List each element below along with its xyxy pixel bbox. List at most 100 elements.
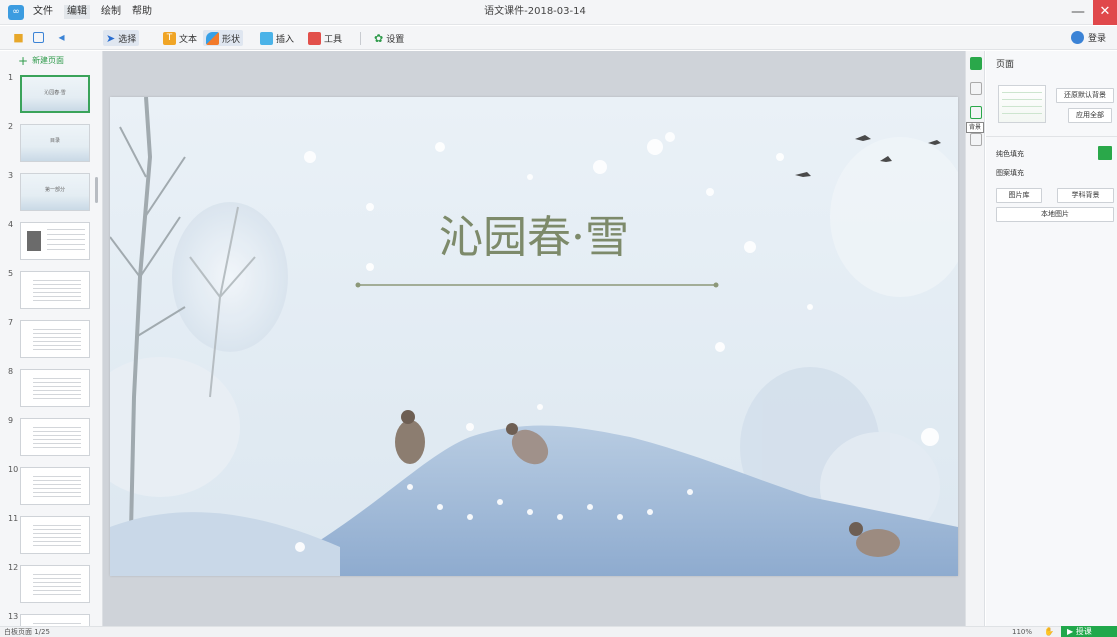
thumbnail-preview	[20, 418, 90, 456]
text-icon: T	[163, 31, 176, 45]
page-thumbnail[interactable]: 8	[0, 367, 100, 411]
minimize-button[interactable]: —	[1065, 0, 1091, 25]
select-tool-button[interactable]: ➤ 选择	[103, 30, 140, 46]
new-page-button[interactable]: + 新建页面	[18, 53, 65, 68]
insert-image-icon	[260, 31, 273, 45]
insert-tool-button[interactable]: 插入	[260, 30, 294, 46]
page-thumbnail[interactable]: 1 沁园春·雪	[0, 73, 100, 117]
open-folder-icon[interactable]: ■	[12, 31, 25, 44]
thumbnail-preview	[20, 320, 90, 358]
thumbnail-preview	[20, 222, 90, 260]
page-thumbnail[interactable]: 9	[0, 416, 100, 460]
background-tooltip: 背景	[966, 122, 984, 133]
select-tool-label: 选择	[118, 34, 137, 45]
thumbnail-preview	[20, 369, 90, 407]
page-thumbnail[interactable]: 12	[0, 563, 100, 607]
page-number: 8	[8, 367, 14, 376]
page-thumbnail[interactable]: 7	[0, 318, 100, 362]
page-thumbnail[interactable]: 3 第一部分	[0, 171, 100, 215]
menu-file[interactable]: 文件	[33, 5, 53, 19]
undo-icon[interactable]: ◂	[55, 31, 68, 44]
page-thumbnail[interactable]: 4	[0, 220, 100, 264]
toolbar-divider	[360, 32, 361, 45]
page-thumbnail[interactable]: 2 目录	[0, 122, 100, 166]
save-icon[interactable]	[33, 32, 44, 43]
shape-tool-button[interactable]: 形状	[203, 30, 244, 46]
plus-icon: +	[18, 53, 29, 68]
layers-icon[interactable]	[970, 133, 982, 146]
app-logo-icon: ∞	[8, 5, 24, 20]
menu-edit[interactable]: 编辑	[64, 5, 90, 19]
background-icon[interactable]	[970, 106, 982, 119]
close-button[interactable]: ✕	[1093, 0, 1117, 25]
thumbnail-title: 第一部分	[44, 187, 65, 193]
thumbnail-preview	[20, 565, 90, 603]
fill-color-swatch[interactable]	[1098, 146, 1112, 160]
page-number: 3	[8, 171, 14, 180]
page-thumbnail[interactable]: 5	[0, 269, 100, 313]
slide-artwork: 沁园春·雪	[110, 97, 958, 576]
toolbox-icon	[308, 31, 321, 45]
shape-tool-label: 形状	[222, 34, 241, 45]
toolbar: ■ ◂ ➤ 选择 T 文本 形状 插入 工具 ✿ 设置 登录	[0, 26, 1117, 50]
thumbnail-preview	[20, 614, 90, 626]
local-image-button[interactable]: 本地图片	[996, 207, 1114, 222]
thumbnail-preview	[20, 271, 90, 309]
login-label: 登录	[1088, 34, 1107, 44]
cursor-icon: ➤	[106, 31, 116, 45]
panel-title: 页面	[996, 60, 1015, 70]
page-number: 9	[8, 416, 14, 425]
side-icon-strip: 背景	[965, 51, 985, 626]
background-preview[interactable]	[998, 85, 1046, 123]
portrait-image	[27, 231, 41, 251]
text-tool-button[interactable]: T 文本	[163, 30, 197, 46]
status-bar: 白板页面 1/25 110% ✋ ▶ 授课	[0, 626, 1117, 637]
page-status: 白板页面 1/25	[4, 628, 50, 636]
text-tool-label: 文本	[179, 34, 198, 45]
page-thumbnail[interactable]: 10	[0, 465, 100, 509]
zoom-level[interactable]: 110%	[1012, 627, 1032, 637]
user-avatar-icon	[1071, 31, 1084, 44]
thumbnail-scrollbar[interactable]	[95, 177, 98, 203]
thumbnail-preview: 第一部分	[20, 173, 90, 211]
start-teaching-button[interactable]: ▶ 授课	[1061, 626, 1117, 637]
page-number: 12	[8, 563, 19, 572]
page-number: 10	[8, 465, 19, 474]
image-gallery-button[interactable]: 图片库	[996, 188, 1042, 203]
new-page-label: 新建页面	[32, 56, 65, 65]
login-button[interactable]: 登录	[1071, 31, 1106, 44]
pin-icon[interactable]	[970, 82, 982, 95]
window-title: 语文课件-2018-03-14	[484, 6, 586, 17]
subject-background-button[interactable]: 学科背景	[1057, 188, 1114, 203]
solid-fill-label: 纯色填充	[996, 150, 1024, 158]
tools-button[interactable]: 工具	[308, 30, 342, 46]
panel-divider	[986, 136, 1117, 137]
page-thumbnail[interactable]: 11	[0, 514, 100, 558]
shape-icon	[206, 31, 219, 45]
settings-button[interactable]: ✿ 设置	[374, 30, 404, 46]
thumbnail-title: 沁园春·雪	[44, 90, 66, 96]
hand-tool-icon[interactable]: ✋	[1044, 627, 1054, 637]
apply-all-button[interactable]: 应用全部	[1068, 108, 1112, 123]
thumbnail-preview	[20, 467, 90, 505]
menu-help[interactable]: 帮助	[132, 5, 152, 19]
menu-draw[interactable]: 绘制	[101, 5, 121, 19]
page-number: 13	[8, 612, 19, 621]
pattern-fill-label: 图案填充	[996, 169, 1024, 177]
slide-title-text: 沁园春·雪	[439, 212, 629, 263]
thumbnail-preview	[20, 516, 90, 554]
page-thumbnail-panel: + 新建页面 1 沁园春·雪 2 目录 3 第一部分 4 5 7 8 9 10 11 12 13	[0, 51, 103, 626]
restore-default-background-button[interactable]: 还原默认背景	[1056, 88, 1114, 103]
settings-label: 设置	[386, 34, 405, 45]
page-number: 5	[8, 269, 14, 278]
page-number: 11	[8, 514, 19, 523]
insert-tool-label: 插入	[276, 34, 295, 45]
title-bar: ∞ 文件 编辑 绘制 帮助 语文课件-2018-03-14 — ✕	[0, 0, 1117, 25]
page-number: 4	[8, 220, 14, 229]
gear-icon: ✿	[374, 31, 384, 45]
slide[interactable]: 沁园春·雪	[110, 97, 958, 576]
canvas-area[interactable]: 沁园春·雪	[103, 51, 965, 626]
page-thumbnail[interactable]: 13	[0, 612, 100, 626]
page-number: 2	[8, 122, 14, 131]
page-properties-icon[interactable]	[970, 57, 982, 70]
